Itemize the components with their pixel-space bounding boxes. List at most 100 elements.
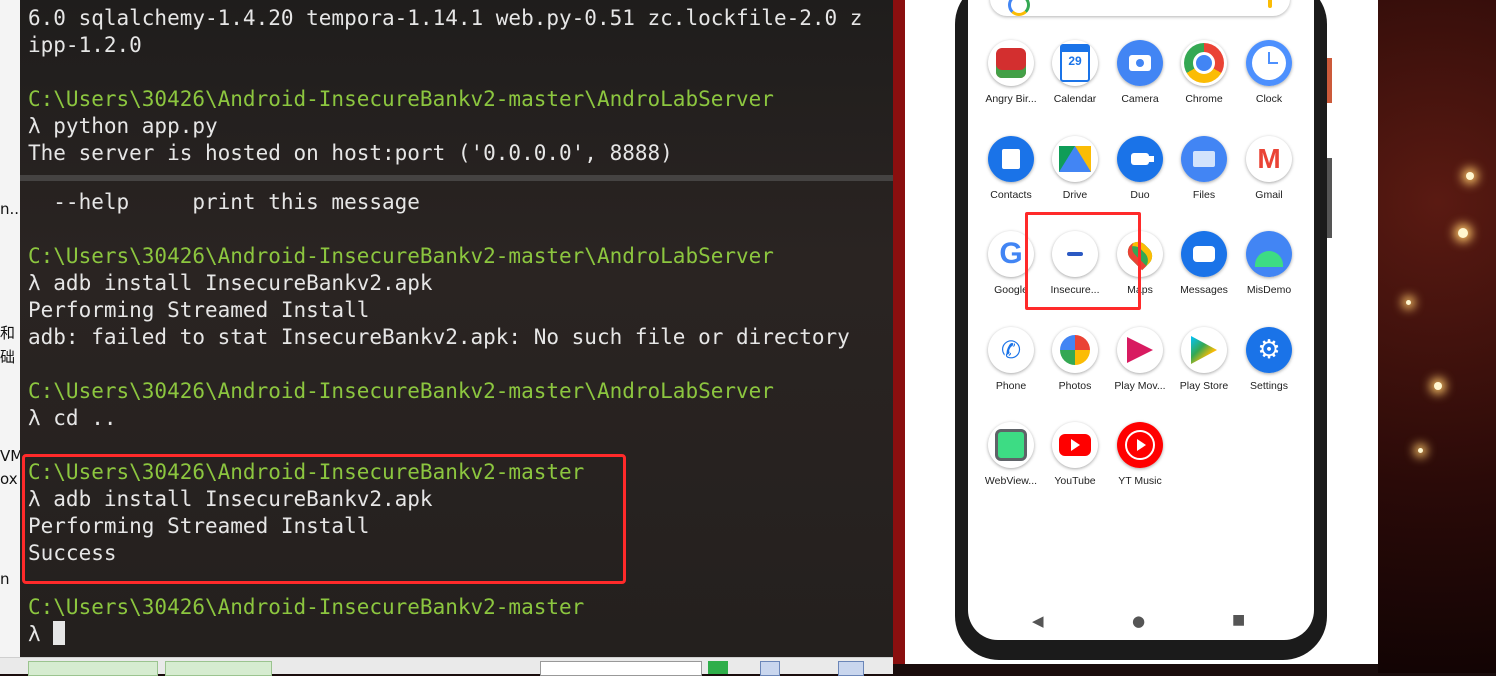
desktop-label: VM [0,447,20,465]
taskbar-icon[interactable] [708,661,728,674]
app-camera[interactable]: Camera [1105,40,1175,105]
android-icon [1246,231,1292,277]
terminal-line: --help print this message [28,190,420,214]
prompt-path: C:\Users\30426\Android-InsecureBankv2-ma… [28,87,774,111]
google-g-icon [1008,0,1030,16]
app-label: YouTube [1054,475,1096,487]
app-label: Play Mov... [1114,380,1166,392]
app-angry-birds[interactable]: Angry Bir... [976,40,1046,105]
desktop-wallpaper [1378,0,1496,673]
app-clock[interactable]: Clock [1234,40,1304,105]
youtube-icon [1052,422,1098,468]
play-store-icon [1181,327,1227,373]
app-label: Drive [1062,189,1088,201]
app-phone[interactable]: ✆ Phone [976,327,1046,392]
app-duo[interactable]: Duo [1105,136,1175,201]
taskbar-icon[interactable] [760,661,780,676]
terminal-command: λ python app.py [28,114,218,138]
mic-icon [1268,0,1272,8]
success-highlight-box [22,454,626,584]
files-icon [1181,136,1227,182]
taskbar [0,657,893,676]
app-label: Files [1192,189,1216,201]
duo-icon [1117,136,1163,182]
app-webview[interactable]: WebView... [976,422,1046,487]
settings-icon: ⚙ [1246,327,1292,373]
app-label: Contacts [990,189,1032,201]
nav-bar: ◀ ● ■ [968,606,1314,632]
prompt-path: C:\Users\30426\Android-InsecureBankv2-ma… [28,379,774,403]
phone-side-button[interactable] [1327,58,1332,103]
drive-icon [1052,136,1098,182]
app-contacts[interactable]: Contacts [976,136,1046,201]
insecurebank-highlight-box [1025,212,1141,310]
back-button[interactable]: ◀ [1032,612,1044,630]
terminal-command: λ cd .. [28,406,117,430]
app-play-movies[interactable]: Play Mov... [1105,327,1175,392]
phone-screen[interactable]: Angry Bir... 29 Calendar Camera Chrome Clock C… [968,0,1314,640]
desktop-label: 础 [0,348,16,366]
desktop-label: n... [0,200,20,218]
taskbar-item[interactable] [165,661,272,676]
app-label: Phone [995,380,1027,392]
recents-button[interactable]: ■ [1232,612,1245,628]
terminal-error: adb: failed to stat InsecureBankv2.apk: … [28,325,850,349]
app-label: MisDemo [1246,284,1292,296]
desktop-label: ox [0,470,18,488]
app-label: Angry Bir... [985,93,1037,105]
phone-volume-button[interactable] [1327,158,1332,238]
app-yt-music[interactable]: YT Music [1105,422,1175,487]
angry-birds-icon [988,40,1034,86]
play-movies-icon [1117,327,1163,373]
terminal-line: ipp-1.2.0 [28,33,142,57]
app-gmail[interactable]: M Gmail [1234,136,1304,201]
taskbar-icon[interactable] [838,661,864,676]
app-messages[interactable]: Messages [1169,231,1239,296]
app-settings[interactable]: ⚙ Settings [1234,327,1304,392]
app-youtube[interactable]: YouTube [1040,422,1110,487]
app-label: Play Store [1179,380,1229,392]
terminal-line: 6.0 sqlalchemy-1.4.20 tempora-1.14.1 web… [28,6,863,30]
app-play-store[interactable]: Play Store [1169,327,1239,392]
app-label: Clock [1255,93,1283,105]
prompt-path: C:\Users\30426\Android-InsecureBankv2-ma… [28,244,774,268]
desktop-label: 和 [0,324,16,342]
chrome-icon [1181,40,1227,86]
calendar-day: 29 [1060,44,1090,82]
desktop-label: n [0,570,10,588]
gmail-icon: M [1246,136,1292,182]
clock-icon [1246,40,1292,86]
app-chrome[interactable]: Chrome [1169,40,1239,105]
phone-icon: ✆ [988,327,1034,373]
taskbar-item[interactable] [28,661,158,676]
prompt-symbol: λ [28,622,54,646]
app-label: Settings [1250,380,1288,392]
app-label: Messages [1180,284,1228,296]
app-photos[interactable]: Photos [1040,327,1110,392]
app-calendar[interactable]: 29 Calendar [1040,40,1110,105]
photos-icon [1052,327,1098,373]
app-label: Photos [1058,380,1092,392]
app-android[interactable]: MisDemo [1234,231,1304,296]
yt-music-icon [1117,422,1163,468]
terminal-line: The server is hosted on host:port ('0.0.… [28,141,673,165]
contacts-icon [988,136,1034,182]
prompt-path: C:\Users\30426\Android-InsecureBankv2-ma… [28,595,585,619]
app-label: Calendar [1053,93,1097,105]
terminal-command: λ adb install InsecureBankv2.apk [28,271,433,295]
google-search-bar[interactable] [990,0,1290,16]
app-label: Gmail [1255,189,1283,201]
app-drive[interactable]: Drive [1040,136,1110,201]
app-files[interactable]: Files [1169,136,1239,201]
home-button[interactable]: ● [1132,612,1145,630]
terminal-input-line[interactable]: λ [28,621,66,648]
terminal-window[interactable]: 6.0 sqlalchemy-1.4.20 tempora-1.14.1 web… [20,0,893,657]
taskbar-search-input[interactable] [540,661,702,676]
desktop-left-edge: n... 和 础 VM ox n [0,0,20,657]
terminal-divider [20,175,893,181]
text-cursor [53,621,66,645]
camera-icon [1117,40,1163,86]
app-label: Duo [1130,189,1150,201]
calendar-icon: 29 [1052,40,1098,86]
app-label: Camera [1121,93,1159,105]
